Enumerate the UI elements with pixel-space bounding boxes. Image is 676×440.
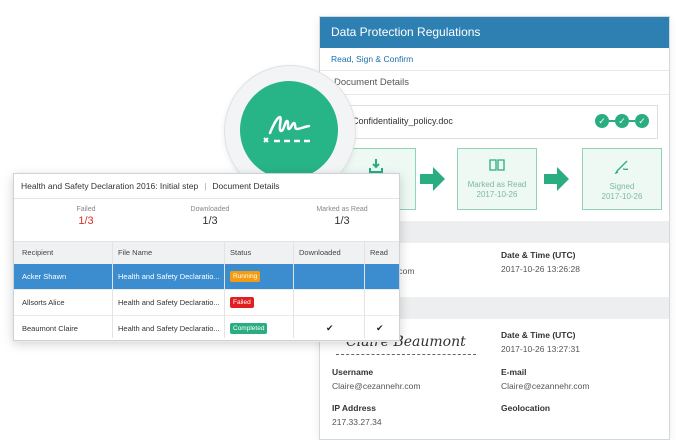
datetime-value: 2017-10-26 13:26:28 bbox=[501, 264, 580, 274]
recipients-card: Health and Safety Declaration 2016: Init… bbox=[13, 173, 400, 342]
ip-value: 217.33.27.34 bbox=[332, 417, 382, 427]
status-badge: Failed bbox=[230, 297, 254, 308]
tab-document-details[interactable]: Document Details bbox=[212, 181, 279, 191]
datetime-block-2: Date & Time (UTC) 2017-10-26 13:27:31 bbox=[501, 330, 580, 354]
table-header: Recipient File Name Status Downloaded Re… bbox=[14, 241, 399, 265]
section-title: Document Details bbox=[320, 71, 669, 95]
step-marked-read: Marked as Read 2017-10-26 bbox=[457, 148, 537, 210]
datetime-label: Date & Time (UTC) bbox=[501, 250, 576, 260]
check-icon: ✓ bbox=[635, 114, 649, 128]
recipient-cell: Allsorts Alice bbox=[22, 298, 65, 307]
table-row[interactable]: Acker Shawn Health and Safety Declaratio… bbox=[14, 264, 399, 290]
check-icon: ✓ bbox=[615, 114, 629, 128]
geolocation-label: Geolocation bbox=[501, 403, 551, 413]
file-name: Confidentiality_policy.doc bbox=[352, 116, 453, 126]
card-title-bar: Health and Safety Declaration 2016: Init… bbox=[14, 174, 399, 199]
recipient-cell: Beaumont Claire bbox=[22, 324, 78, 333]
email-value: Claire@cezannehr.com bbox=[501, 381, 590, 391]
stat-downloaded: Downloaded 1/3 bbox=[190, 206, 230, 227]
signature-icon bbox=[240, 81, 338, 179]
status-badge: Completed bbox=[230, 323, 268, 334]
recipient-cell: Acker Shawn bbox=[22, 272, 67, 281]
email-block: E-mail Claire@cezannehr.com bbox=[501, 367, 589, 391]
book-icon bbox=[458, 158, 536, 176]
ip-block: IP Address 217.33.27.34 bbox=[332, 403, 382, 427]
step-date: 2017-10-26 bbox=[476, 190, 518, 199]
datetime-label: Date & Time (UTC) bbox=[501, 330, 576, 340]
check-icon: ✓ bbox=[595, 114, 609, 128]
stat-marked-read: Marked as Read 1/3 bbox=[316, 206, 368, 227]
file-cell: Health and Safety Declaratio... bbox=[118, 298, 220, 307]
progress-checks: ✓ ✓ ✓ bbox=[595, 114, 649, 128]
file-row[interactable]: Confidentiality_policy.doc ✓ ✓ ✓ bbox=[331, 105, 658, 139]
column-header[interactable]: Read bbox=[370, 242, 388, 264]
file-cell: Health and Safety Declaratio... bbox=[118, 324, 220, 333]
panel-subtitle-link[interactable]: Read, Sign & Confirm bbox=[320, 48, 669, 71]
card-title: Health and Safety Declaration 2016: Init… bbox=[21, 181, 199, 191]
table-row[interactable]: Beaumont Claire Health and Safety Declar… bbox=[14, 316, 399, 342]
read-check-icon: ✔ bbox=[376, 323, 384, 333]
panel-title: Data Protection Regulations bbox=[320, 17, 669, 48]
column-header[interactable]: File Name bbox=[118, 242, 152, 264]
status-badge: Running bbox=[230, 271, 261, 282]
pen-icon bbox=[583, 158, 661, 178]
step-label: Marked as Read bbox=[467, 180, 527, 189]
table-row[interactable]: Allsorts Alice Health and Safety Declara… bbox=[14, 290, 399, 316]
stat-failed: Failed 1/3 bbox=[76, 206, 96, 227]
ip-label: IP Address bbox=[332, 403, 376, 413]
signature-line bbox=[336, 354, 476, 355]
username-label: Username bbox=[332, 367, 374, 377]
file-cell: Health and Safety Declaratio... bbox=[118, 272, 220, 281]
geolocation-block: Geolocation bbox=[501, 403, 550, 413]
downloaded-check-icon: ✔ bbox=[326, 323, 334, 333]
stats-row: Failed 1/3 Downloaded 1/3 Marked as Read… bbox=[14, 206, 399, 236]
step-label: Signed bbox=[609, 182, 635, 191]
column-header[interactable]: Recipient bbox=[22, 242, 53, 264]
step-signed: Signed 2017-10-26 bbox=[582, 148, 662, 210]
username-block: Username Claire@cezannehr.com bbox=[332, 367, 420, 391]
datetime-value: 2017-10-26 13:27:31 bbox=[501, 344, 580, 354]
datetime-block-1: Date & Time (UTC) 2017-10-26 13:26:28 bbox=[501, 250, 580, 274]
username-value: Claire@cezannehr.com bbox=[332, 381, 421, 391]
column-header[interactable]: Status bbox=[230, 242, 251, 264]
step-date: 2017-10-26 bbox=[601, 192, 643, 201]
column-header[interactable]: Downloaded bbox=[299, 242, 341, 264]
email-label: E-mail bbox=[501, 367, 527, 377]
